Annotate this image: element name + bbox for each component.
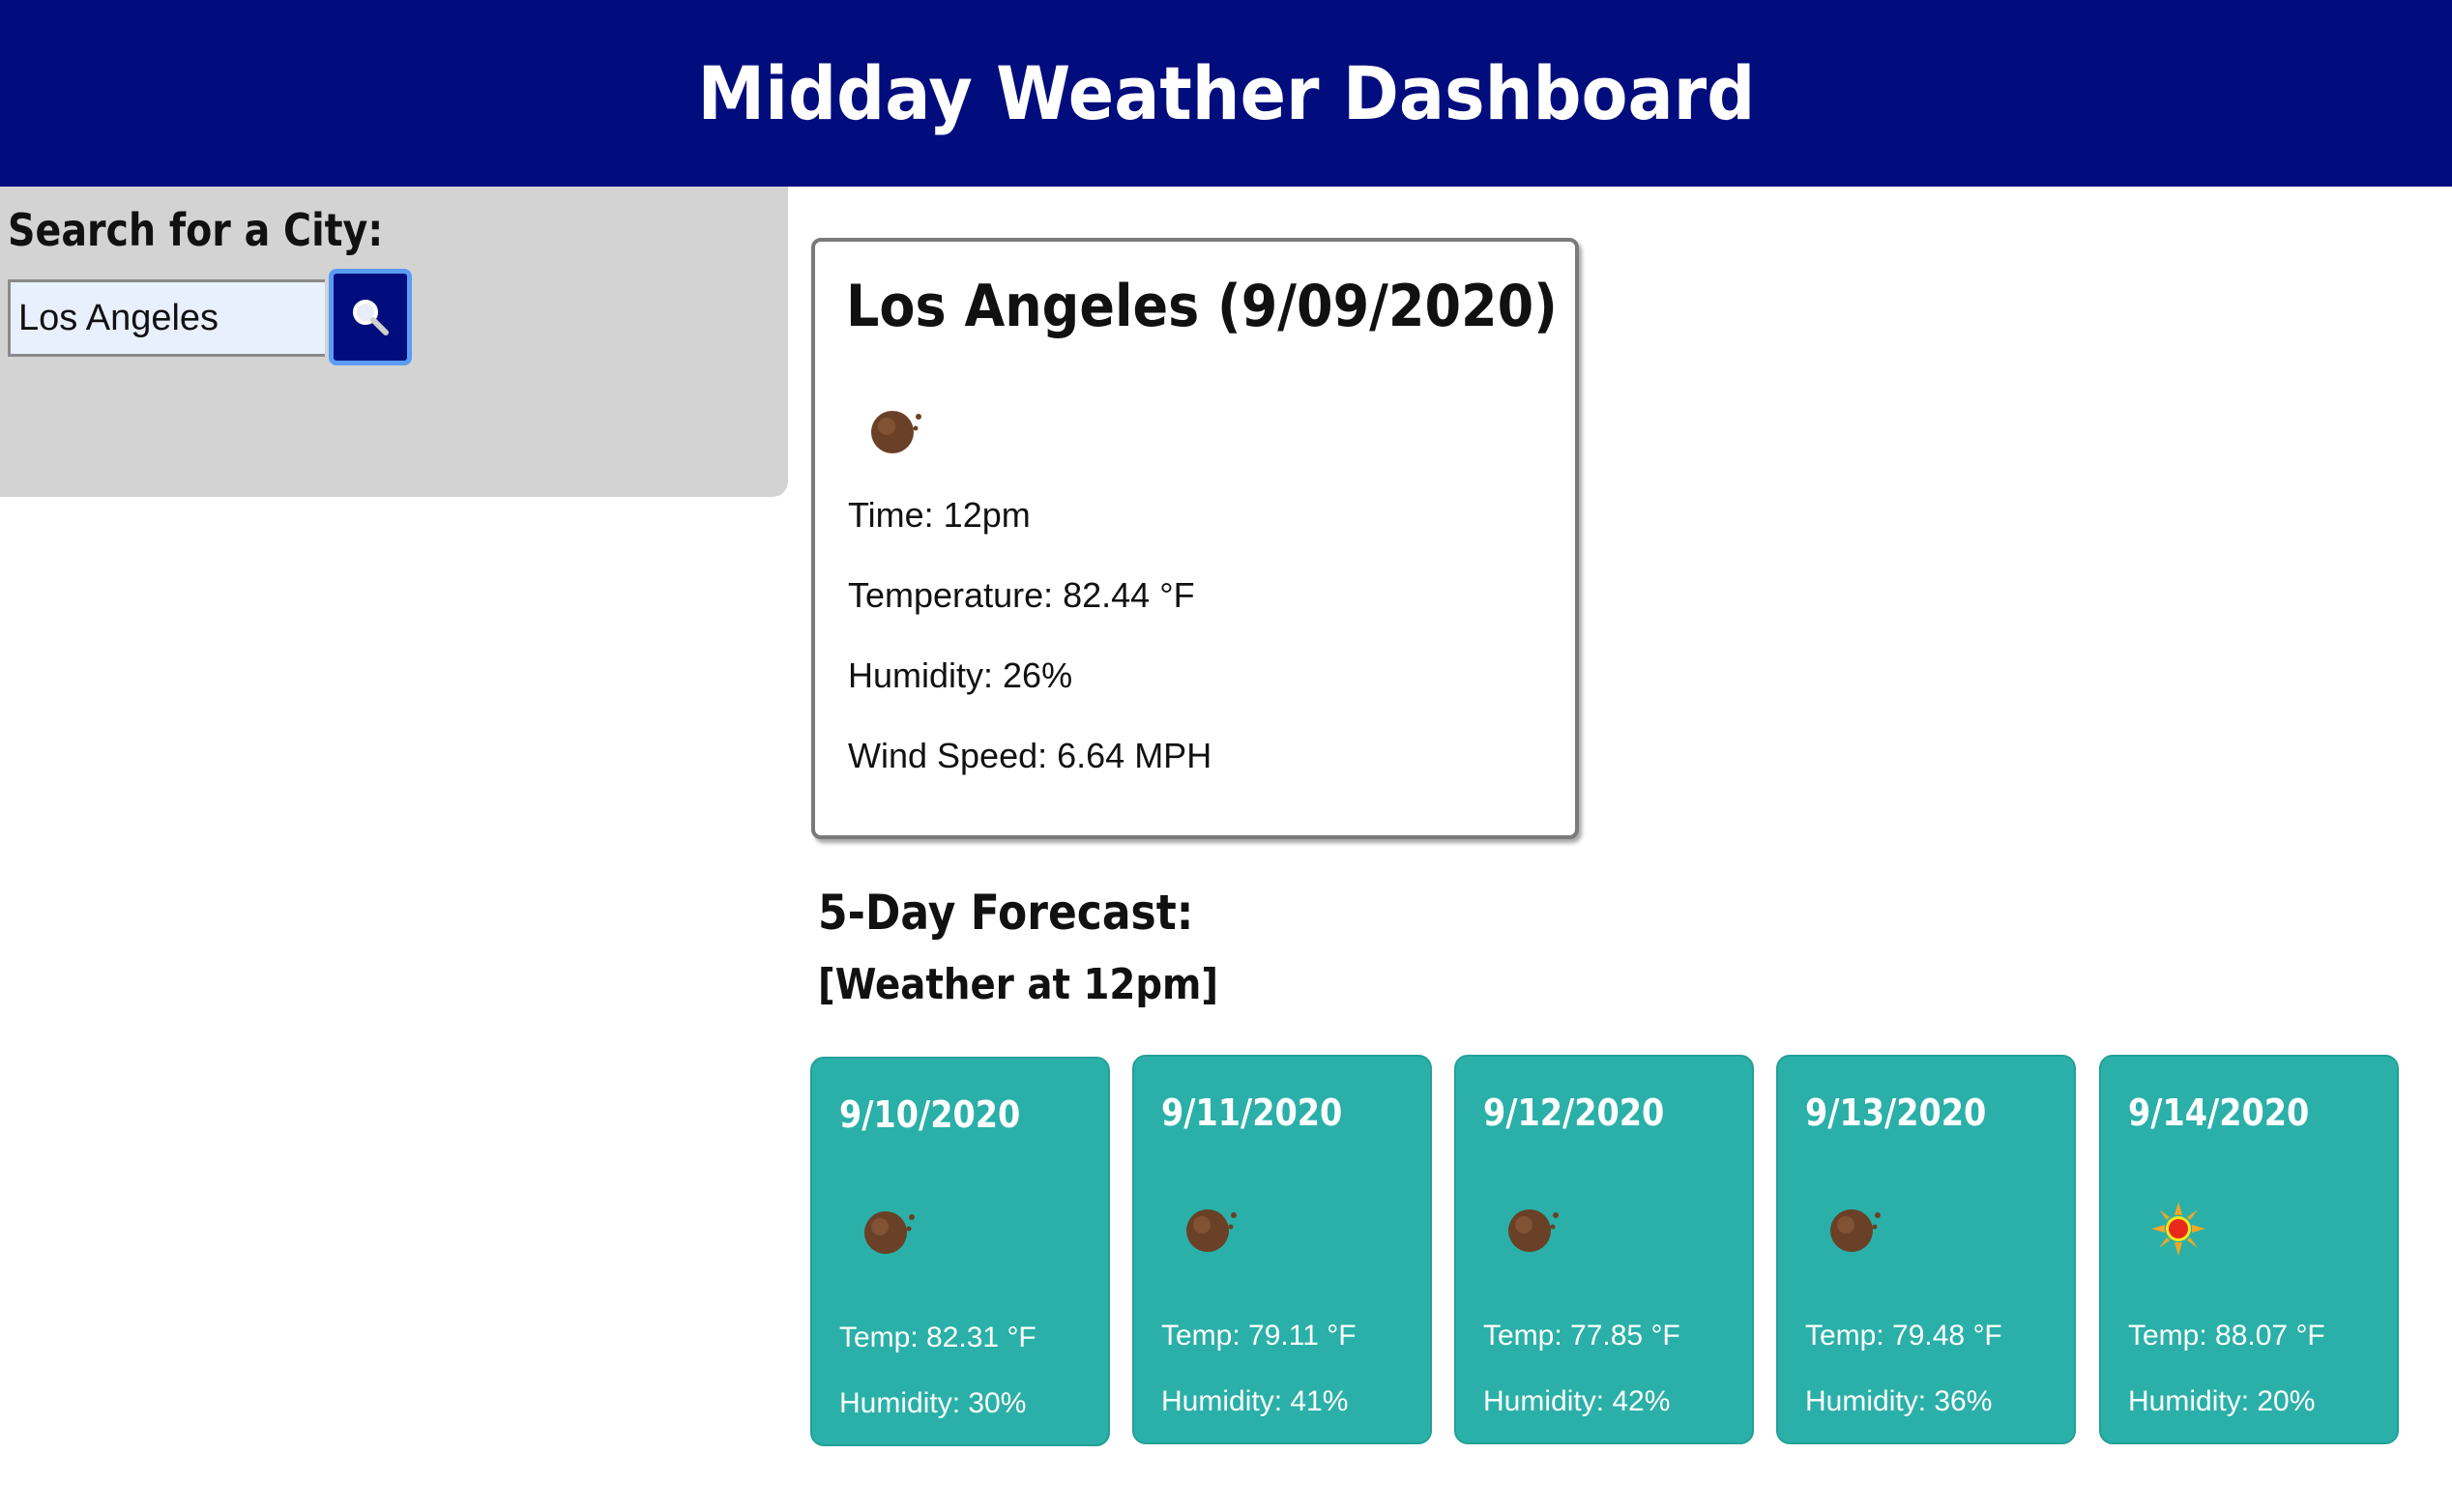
current-time: Time: 12pm xyxy=(848,495,1031,535)
forecast-card: 9/14/2020 Temp: 88.07 °F Humidity: 20% xyxy=(2099,1055,2399,1444)
forecast-card: 9/10/2020 Temp: 82.31 °F Humidity: 30% xyxy=(810,1057,1110,1446)
current-city-title: Los Angeles (9/09/2020) xyxy=(846,273,1558,340)
clear-sun-icon xyxy=(2149,1200,2207,1263)
forecast-heading: 5-Day Forecast: xyxy=(818,885,1194,941)
forecast-temp: Temp: 79.48 °F xyxy=(1805,1320,2002,1352)
page-title: Midday Weather Dashboard xyxy=(697,50,1755,136)
current-temperature: Temperature: 82.44 °F xyxy=(848,575,1195,615)
forecast-humidity: Humidity: 20% xyxy=(2128,1385,2316,1417)
forecast-date: 9/10/2020 xyxy=(839,1093,1021,1136)
search-label: Search for a City: xyxy=(8,204,384,256)
overcast-clouds-icon xyxy=(867,401,925,464)
current-weather-card: Los Angeles (9/09/2020) Time: 12pm Tempe… xyxy=(811,238,1579,839)
forecast-temp: Temp: 82.31 °F xyxy=(839,1322,1036,1353)
magnifier-icon xyxy=(353,300,389,335)
city-search-input[interactable] xyxy=(8,279,325,357)
current-humidity: Humidity: 26% xyxy=(848,655,1073,695)
forecast-temp: Temp: 88.07 °F xyxy=(2128,1320,2325,1352)
forecast-humidity: Humidity: 36% xyxy=(1805,1385,1993,1417)
forecast-temp: Temp: 77.85 °F xyxy=(1483,1320,1680,1352)
forecast-card: 9/12/2020 Temp: 77.85 °F Humidity: 42% xyxy=(1454,1055,1754,1444)
forecast-date: 9/13/2020 xyxy=(1805,1091,1987,1134)
forecast-humidity: Humidity: 30% xyxy=(839,1387,1027,1419)
current-wind-speed: Wind Speed: 6.64 MPH xyxy=(848,736,1212,775)
overcast-clouds-icon xyxy=(1826,1200,1884,1263)
overcast-clouds-icon xyxy=(1182,1200,1241,1263)
forecast-list: 9/10/2020 Temp: 82.31 °F Humidity: 30% 9… xyxy=(810,1055,2401,1446)
forecast-humidity: Humidity: 41% xyxy=(1161,1385,1349,1417)
forecast-humidity: Humidity: 42% xyxy=(1483,1385,1671,1417)
overcast-clouds-icon xyxy=(1504,1200,1562,1263)
forecast-date: 9/12/2020 xyxy=(1483,1091,1665,1134)
overcast-clouds-icon xyxy=(861,1202,919,1265)
forecast-card: 9/11/2020 Temp: 79.11 °F Humidity: 41% xyxy=(1132,1055,1432,1444)
forecast-date: 9/14/2020 xyxy=(2128,1091,2310,1134)
search-button[interactable] xyxy=(329,269,412,365)
forecast-date: 9/11/2020 xyxy=(1161,1091,1343,1134)
forecast-subheading: [Weather at 12pm] xyxy=(818,960,1219,1009)
page-header: Midday Weather Dashboard xyxy=(0,0,2452,187)
forecast-card: 9/13/2020 Temp: 79.48 °F Humidity: 36% xyxy=(1776,1055,2076,1444)
search-sidebar: Search for a City: xyxy=(0,187,788,497)
forecast-temp: Temp: 79.11 °F xyxy=(1161,1320,1357,1352)
